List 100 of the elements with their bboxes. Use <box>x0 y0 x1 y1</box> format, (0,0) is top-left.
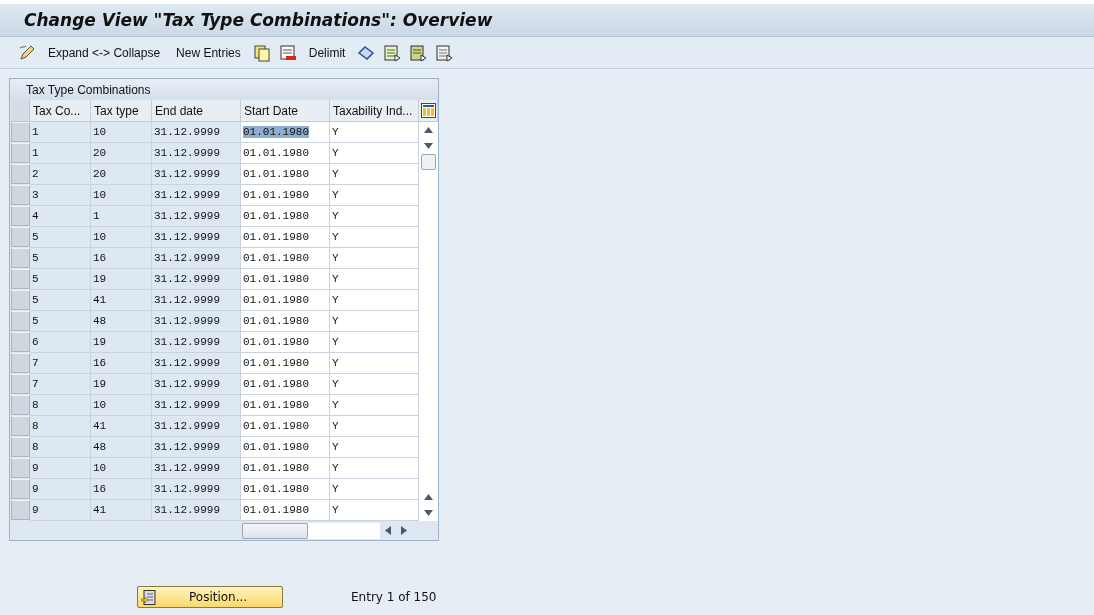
table-cell: 7 <box>30 353 91 374</box>
table-cell: 10 <box>91 227 152 248</box>
table-cell[interactable]: Y <box>330 185 419 206</box>
copy-icon[interactable] <box>252 43 271 62</box>
row-selector[interactable] <box>11 353 30 373</box>
table-cell[interactable]: 01.01.1980 <box>241 479 330 500</box>
table-cell: 5 <box>30 311 91 332</box>
table-cell[interactable]: 01.01.1980 <box>241 353 330 374</box>
table-cell: 8 <box>30 416 91 437</box>
row-selector[interactable] <box>11 122 30 142</box>
row-selector[interactable] <box>11 227 30 247</box>
selected-text: 01.01.1980 <box>243 420 309 432</box>
layout-icon[interactable] <box>419 100 438 122</box>
table-cell: 31.12.9999 <box>152 458 241 479</box>
toolbar-button[interactable]: Expand <-> Collapse <box>44 43 165 62</box>
pencil-icon[interactable] <box>18 43 36 62</box>
table-cell[interactable]: 01.01.1980 <box>241 395 330 416</box>
table-cell[interactable]: Y <box>330 143 419 164</box>
table-cell: 5 <box>30 269 91 290</box>
row-selector[interactable] <box>11 395 30 415</box>
table-cell: 1 <box>30 122 91 143</box>
table-cell[interactable]: Y <box>330 206 419 227</box>
row-selector[interactable] <box>11 500 30 520</box>
table-cell[interactable]: Y <box>330 395 419 416</box>
scroll-thumb[interactable] <box>421 154 436 170</box>
table-cell[interactable]: 01.01.1980 <box>241 290 330 311</box>
table-cell[interactable]: 01.01.1980 <box>241 206 330 227</box>
table-cell[interactable]: Y <box>330 458 419 479</box>
table-cell[interactable]: Y <box>330 290 419 311</box>
column-header[interactable]: End date <box>152 100 241 122</box>
row-selector[interactable] <box>11 185 30 205</box>
table-cell[interactable]: 01.01.1980 <box>241 248 330 269</box>
table-cell: 31.12.9999 <box>152 374 241 395</box>
row-selector[interactable] <box>11 332 30 352</box>
delete-icon[interactable] <box>278 43 297 62</box>
toolbar-button[interactable]: New Entries <box>172 43 245 62</box>
table-cell: 10 <box>91 185 152 206</box>
table-cell[interactable]: Y <box>330 437 419 458</box>
table-cell[interactable]: Y <box>330 269 419 290</box>
table-cell[interactable]: 01.01.1980 <box>241 416 330 437</box>
row-selector[interactable] <box>11 416 30 436</box>
table-cell[interactable]: 01.01.1980 <box>241 185 330 206</box>
table-cell[interactable]: Y <box>330 227 419 248</box>
table-cell[interactable]: Y <box>330 248 419 269</box>
table-cell: 31.12.9999 <box>152 227 241 248</box>
table-cell: 31.12.9999 <box>152 332 241 353</box>
table-cell[interactable]: 01.01.1980 <box>241 458 330 479</box>
row-selector[interactable] <box>11 374 30 394</box>
table-cell: 9 <box>30 458 91 479</box>
table-cell[interactable]: 01.01.1980 <box>241 311 330 332</box>
row-selector[interactable] <box>11 290 30 310</box>
table-cell[interactable]: 01.01.1980 <box>241 269 330 290</box>
table-cell[interactable]: Y <box>330 500 419 521</box>
position-button[interactable]: Position... <box>137 586 283 608</box>
table-cell[interactable]: Y <box>330 374 419 395</box>
table-cell: 16 <box>91 248 152 269</box>
table-cell[interactable]: Y <box>330 164 419 185</box>
row-selector[interactable] <box>11 458 30 478</box>
row-selector[interactable] <box>11 311 30 331</box>
table-cell[interactable]: 01.01.1980 <box>241 227 330 248</box>
table-cell[interactable]: 01.01.1980 <box>241 374 330 395</box>
row-selector[interactable] <box>11 479 30 499</box>
selected-text: 01.01.1980 <box>243 126 309 138</box>
vertical-scrollbar[interactable] <box>419 122 438 521</box>
table-cell[interactable]: Y <box>330 332 419 353</box>
selected-text: 01.01.1980 <box>243 357 309 369</box>
table-cell[interactable]: 01.01.1980 <box>241 122 330 143</box>
table-cell[interactable]: 01.01.1980 <box>241 143 330 164</box>
row-selector[interactable] <box>11 248 30 268</box>
selected-text: 01.01.1980 <box>243 189 309 201</box>
toolbar-button[interactable]: Delimit <box>304 43 350 62</box>
column-header[interactable]: Taxability Ind... <box>330 100 419 122</box>
row-selector[interactable] <box>11 164 30 184</box>
horizontal-scroll-thumb[interactable] <box>242 522 308 539</box>
table-cell[interactable]: 01.01.1980 <box>241 164 330 185</box>
table-cell: 19 <box>91 374 152 395</box>
table-cell: 9 <box>30 479 91 500</box>
row-selector[interactable] <box>11 269 30 289</box>
selected-text: 01.01.1980 <box>243 378 309 390</box>
row-selector[interactable] <box>11 143 30 163</box>
selected-text: 01.01.1980 <box>243 462 309 474</box>
column-header[interactable]: Tax type <box>91 100 152 122</box>
row-selector[interactable] <box>11 206 30 226</box>
table-cell[interactable]: 01.01.1980 <box>241 437 330 458</box>
table-cell[interactable]: Y <box>330 122 419 143</box>
column-header[interactable]: Start Date <box>241 100 330 122</box>
table-title: Tax Type Combinations <box>10 79 438 100</box>
table-cell[interactable]: Y <box>330 353 419 374</box>
table-cell: 5 <box>30 248 91 269</box>
column-header[interactable]: Tax Co... <box>30 100 91 122</box>
table-cell: 3 <box>30 185 91 206</box>
table-cell[interactable]: Y <box>330 479 419 500</box>
table-cell: 1 <box>91 206 152 227</box>
table-cell[interactable]: 01.01.1980 <box>241 332 330 353</box>
select-all-corner[interactable] <box>11 100 30 122</box>
table-cell: 7 <box>30 374 91 395</box>
table-cell[interactable]: 01.01.1980 <box>241 500 330 521</box>
row-selector[interactable] <box>11 437 30 457</box>
table-cell[interactable]: Y <box>330 416 419 437</box>
table-cell[interactable]: Y <box>330 311 419 332</box>
